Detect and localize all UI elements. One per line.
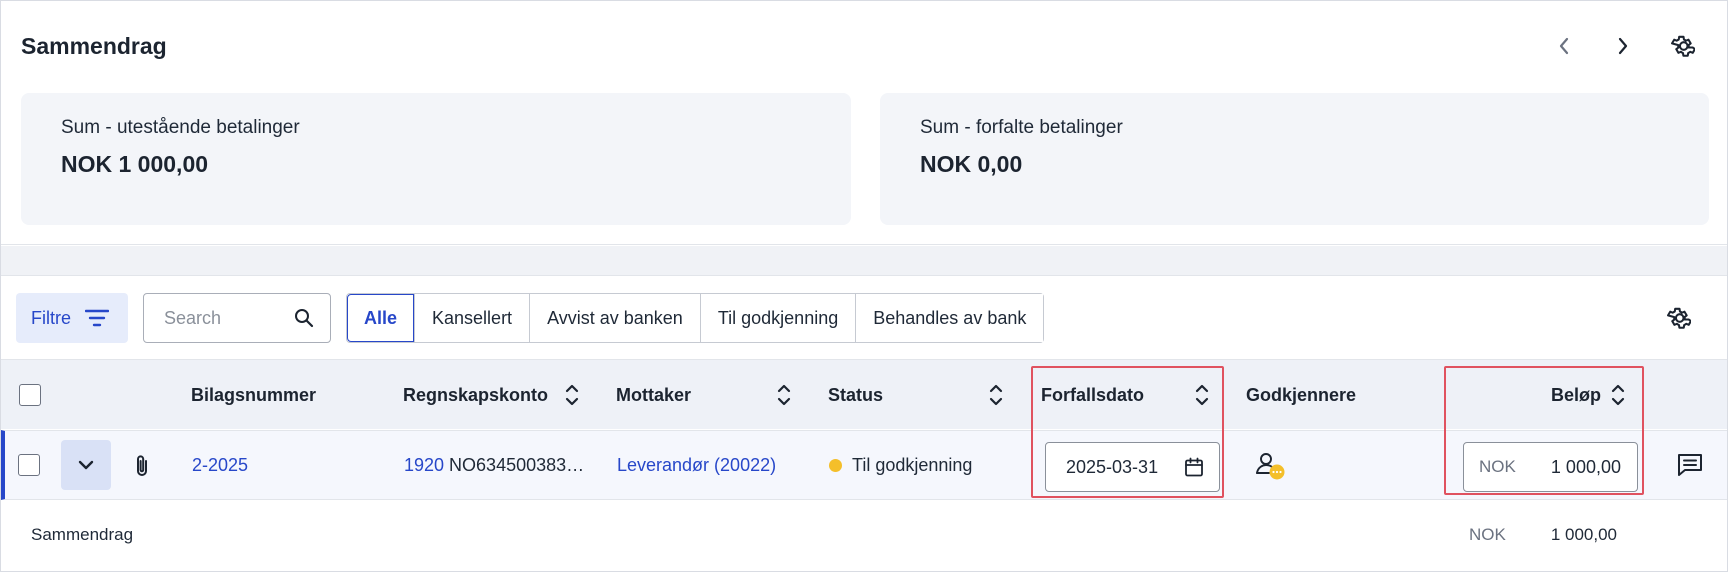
expand-row-button[interactable] bbox=[61, 440, 111, 490]
header-forfallsdato: Forfallsdato bbox=[1041, 384, 1145, 405]
table-row[interactable]: 2-2025 1920 NO634500383… Leverandør (200… bbox=[1, 430, 1727, 500]
summary-section: Sammendrag Sum - utestående betalinger N… bbox=[1, 1, 1727, 245]
tab-til-godkjenning[interactable]: Til godkjenning bbox=[699, 294, 856, 342]
regnskapskonto-cell: 1920 NO634500383… bbox=[404, 431, 584, 499]
sort-icon[interactable] bbox=[1608, 380, 1628, 410]
search-input[interactable] bbox=[164, 307, 284, 329]
header-status: Status bbox=[828, 384, 884, 405]
card-value: NOK 1 000,00 bbox=[61, 151, 209, 177]
sort-icon[interactable] bbox=[562, 380, 582, 410]
header-belop: Beløp bbox=[1551, 384, 1602, 405]
status-text: Til godkjenning bbox=[852, 454, 973, 475]
divider-band bbox=[1, 246, 1727, 276]
sort-icon[interactable] bbox=[774, 380, 794, 410]
chevron-right-icon bbox=[1618, 37, 1628, 55]
status-dot bbox=[829, 458, 842, 472]
due-date-field[interactable]: 2025-03-31 bbox=[1045, 442, 1220, 492]
table-toolbar: Filtre Alle Kansellert Avvist av banken … bbox=[1, 277, 1727, 359]
summary-settings-button[interactable] bbox=[1665, 29, 1699, 63]
tab-kansellert[interactable]: Kansellert bbox=[414, 294, 530, 342]
chevron-down-icon bbox=[78, 460, 94, 470]
comment-icon[interactable] bbox=[1676, 452, 1704, 478]
due-date-value: 2025-03-31 bbox=[1066, 456, 1159, 477]
chevron-left-icon bbox=[1559, 37, 1569, 55]
table-header: Bilagsnummer Regnskapskonto Mottaker Sta… bbox=[1, 359, 1727, 429]
bilagsnummer-link[interactable]: 2-2025 bbox=[192, 431, 248, 499]
attachment-icon[interactable] bbox=[133, 453, 151, 479]
header-mottaker: Mottaker bbox=[616, 384, 692, 405]
search-icon[interactable] bbox=[294, 308, 314, 328]
card-label: Sum - utestående betalinger bbox=[61, 117, 300, 138]
footer-label: Sammendrag bbox=[31, 525, 134, 544]
row-checkbox[interactable] bbox=[18, 454, 40, 476]
header-regnskapskonto: Regnskapskonto bbox=[403, 384, 549, 405]
header-bilagsnummer: Bilagsnummer bbox=[191, 384, 317, 405]
previous-button[interactable] bbox=[1547, 29, 1581, 63]
calendar-icon[interactable] bbox=[1183, 456, 1205, 478]
filter-label: Filtre bbox=[31, 307, 71, 328]
next-button[interactable] bbox=[1606, 29, 1640, 63]
header-godkjennere: Godkjennere bbox=[1246, 384, 1357, 405]
sort-icon[interactable] bbox=[986, 380, 1006, 410]
status-filter-tabs: Alle Kansellert Avvist av banken Til god… bbox=[346, 293, 1045, 343]
amount-field[interactable]: NOK 1 000,00 bbox=[1463, 442, 1638, 492]
sort-icon[interactable] bbox=[1192, 380, 1212, 410]
outstanding-payments-card: Sum - utestående betalinger NOK 1 000,00 bbox=[21, 93, 851, 225]
konto-number-link[interactable]: 1920 bbox=[404, 455, 444, 476]
gear-icon bbox=[1671, 35, 1695, 57]
table-footer-summary: Sammendrag NOK 1 000,00 bbox=[1, 501, 1727, 571]
card-label: Sum - forfalte betalinger bbox=[920, 117, 1123, 138]
filter-button[interactable]: Filtre bbox=[16, 293, 128, 343]
status-cell: Til godkjenning bbox=[829, 431, 972, 499]
approver-pending-icon[interactable] bbox=[1255, 451, 1287, 481]
tab-behandles-av-bank[interactable]: Behandles av bank bbox=[855, 294, 1044, 342]
select-all-checkbox[interactable] bbox=[19, 384, 41, 406]
tab-avvist-av-banken[interactable]: Avvist av banken bbox=[529, 294, 700, 342]
summary-title: Sammendrag bbox=[21, 33, 167, 59]
footer-currency: NOK bbox=[1469, 525, 1506, 544]
footer-total: 1 000,00 bbox=[1550, 525, 1617, 544]
mottaker-link[interactable]: Leverandør (20022) bbox=[617, 431, 776, 499]
filter-icon bbox=[85, 309, 109, 327]
overdue-payments-card: Sum - forfalte betalinger NOK 0,00 bbox=[880, 93, 1709, 225]
gear-icon bbox=[1667, 307, 1691, 329]
amount-currency: NOK bbox=[1479, 457, 1516, 476]
search-box bbox=[143, 293, 331, 343]
table-settings-button[interactable] bbox=[1661, 301, 1695, 335]
amount-value: 1 000,00 bbox=[1550, 456, 1621, 477]
konto-iban: NO634500383… bbox=[449, 454, 585, 475]
tab-alle[interactable]: Alle bbox=[347, 294, 415, 342]
card-value: NOK 0,00 bbox=[920, 151, 1023, 177]
